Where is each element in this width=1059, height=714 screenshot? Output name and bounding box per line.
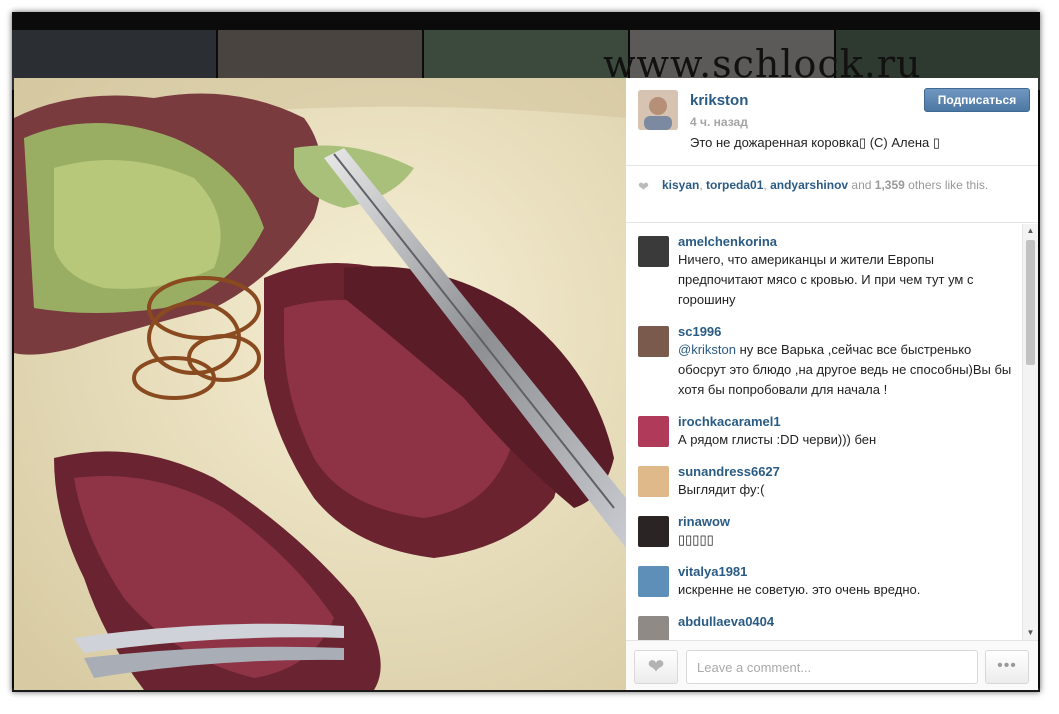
comment-text: ▯▯▯▯▯ [678, 532, 714, 547]
comment-item: sunandress6627 Выглядит фу:( [626, 454, 1022, 504]
commenter-username[interactable]: irochkacaramel1 [678, 414, 1012, 430]
author-username-link[interactable]: krikston [690, 92, 748, 109]
commenter-username[interactable]: amelchenkorina [678, 234, 1012, 250]
comment-item: abdullaeva0404 [626, 604, 1022, 640]
comments-list[interactable]: amelchenkorina Ничего, что американцы и … [626, 224, 1022, 640]
commenter-username[interactable]: rinawow [678, 514, 1012, 530]
commenter-username[interactable]: vitalya1981 [678, 564, 1012, 580]
liker-link[interactable]: kisyan [662, 178, 699, 192]
commenter-avatar[interactable] [638, 466, 669, 497]
commenter-username[interactable]: sunandress6627 [678, 464, 1012, 480]
likes-count[interactable]: 1,359 [875, 178, 905, 192]
liker-link[interactable]: andyarshinov [770, 178, 848, 192]
comments-scrollbar[interactable]: ▲ ▼ [1022, 224, 1038, 640]
comment-item: vitalya1981 искренне не советую. это оче… [626, 554, 1022, 604]
post-photo[interactable] [14, 78, 626, 690]
post-caption: Это не дожаренная коровка▯ (С) Алена ▯ [690, 135, 941, 150]
liker-link[interactable]: torpeda01 [706, 178, 763, 192]
author-avatar[interactable] [638, 90, 678, 130]
commenter-username[interactable]: abdullaeva0404 [678, 614, 1012, 630]
commenter-username[interactable]: sc1996 [678, 324, 1012, 340]
more-options-button[interactable]: ••• [985, 650, 1029, 684]
comment-footer: ❤ ••• [626, 640, 1038, 690]
like-button[interactable]: ❤ [634, 650, 678, 684]
scroll-down-arrow-icon[interactable]: ▼ [1023, 626, 1038, 640]
likes-suffix: others like this. [904, 178, 989, 192]
commenter-avatar[interactable] [638, 236, 669, 267]
commenter-avatar[interactable] [638, 326, 669, 357]
scroll-up-arrow-icon[interactable]: ▲ [1023, 224, 1038, 238]
likes-summary: ❤ kisyan, torpeda01, andyarshinov and 1,… [626, 167, 1038, 223]
post-timestamp[interactable]: 4 ч. назад [690, 115, 748, 129]
comment-text: искренне не советую. это очень вредно. [678, 582, 921, 597]
heart-icon: ❤ [638, 179, 649, 194]
comment-item: sc1996 @krikston ну все Варька ,сейчас в… [626, 314, 1022, 404]
comment-item: amelchenkorina Ничего, что американцы и … [626, 224, 1022, 314]
comment-text: @krikston ну все Варька ,сейчас все быст… [678, 340, 1012, 400]
author-avatar-image [638, 90, 678, 130]
comment-text: А рядом глисты :DD черви))) бен [678, 432, 877, 447]
likes-and-text: and [848, 178, 875, 192]
commenter-avatar[interactable] [638, 616, 669, 640]
comment-input[interactable] [686, 650, 978, 684]
comment-text: Выглядит фу:( [678, 482, 765, 497]
commenter-avatar[interactable] [638, 516, 669, 547]
scrollbar-thumb[interactable] [1026, 240, 1035, 365]
comment-item: rinawow ▯▯▯▯▯ [626, 504, 1022, 554]
post-header: krikston 4 ч. назад Это не дожаренная ко… [626, 78, 1038, 166]
follow-button[interactable]: Подписаться [924, 88, 1030, 112]
comment-item: irochkacaramel1 А рядом глисты :DD черви… [626, 404, 1022, 454]
comment-text: Ничего, что американцы и жители Европы п… [678, 252, 974, 307]
commenter-avatar[interactable] [638, 416, 669, 447]
commenter-avatar[interactable] [638, 566, 669, 597]
comment-mention-link[interactable]: @krikston [678, 342, 736, 357]
more-options-icon: ••• [997, 657, 1017, 674]
heart-icon: ❤ [647, 656, 665, 678]
steak-photo-illustration [14, 78, 626, 690]
post-details-panel: krikston 4 ч. назад Это не дожаренная ко… [626, 78, 1038, 690]
